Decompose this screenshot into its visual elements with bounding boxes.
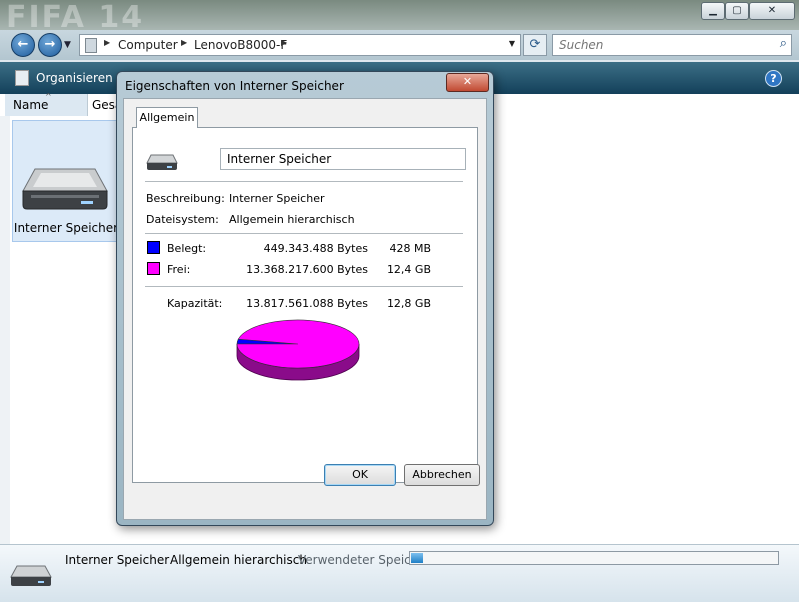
sort-caret-icon: ^ (45, 92, 52, 101)
recent-pages-dropdown[interactable]: ▼ (64, 40, 71, 50)
address-dropdown-icon[interactable]: ▼ (509, 39, 515, 48)
details-filesystem: Allgemein hierarchisch (170, 553, 307, 567)
window-close-button[interactable]: ✕ (749, 2, 795, 20)
search-icon[interactable]: ⌕ (780, 36, 787, 51)
maximize-button[interactable]: ▢ (725, 2, 749, 20)
free-color-swatch (147, 262, 160, 275)
ok-button[interactable]: OK (324, 464, 396, 486)
description-value: Interner Speicher (229, 192, 325, 205)
capacity-label: Kapazität: (167, 297, 223, 310)
dialog-close-button[interactable]: ✕ (446, 73, 489, 92)
address-bar[interactable]: ▶ Computer ▶ LenovoB8000-F ▶ ▼ (79, 34, 521, 56)
filesystem-label: Dateisystem: (146, 213, 219, 226)
filesystem-value: Allgemein hierarchisch (229, 213, 355, 226)
drive-small-icon (10, 565, 52, 586)
description-label: Beschreibung: (146, 192, 225, 205)
dialog-title: Eigenschaften von Interner Speicher (125, 79, 344, 93)
breadcrumb-separator-icon[interactable]: ▶ (104, 38, 110, 47)
window-titlebar: FIFA 14 ▁ ▢ ✕ (0, 0, 799, 35)
refresh-button[interactable]: ⟳ (523, 34, 547, 56)
free-bytes: 13.368.217.600 Bytes (246, 263, 368, 276)
minimize-button[interactable]: ▁ (701, 2, 725, 20)
drive-name-field[interactable] (220, 148, 466, 170)
divider (145, 233, 463, 234)
computer-icon (85, 38, 97, 53)
free-label: Frei: (167, 263, 191, 276)
breadcrumb-device[interactable]: LenovoB8000-F (194, 38, 287, 52)
search-input[interactable] (557, 35, 761, 55)
dialog-body: Allgemein Beschreibung: Interner Speiche… (123, 98, 487, 520)
back-button[interactable]: ← (11, 33, 35, 57)
used-space-fill (411, 553, 423, 563)
tab-allgemein[interactable]: Allgemein (136, 107, 198, 128)
used-color-swatch (147, 241, 160, 254)
help-icon[interactable]: ? (765, 70, 782, 87)
properties-dialog: Eigenschaften von Interner Speicher ✕ Al… (116, 71, 494, 526)
organize-icon (15, 70, 29, 86)
cancel-button[interactable]: Abbrechen (404, 464, 480, 486)
used-label: Belegt: (167, 242, 207, 255)
column-header-name-label: Name (13, 98, 49, 112)
breadcrumb-separator-icon[interactable]: ▶ (181, 38, 187, 47)
used-space-bar (409, 551, 779, 565)
divider (145, 181, 463, 182)
usage-pie-chart (236, 319, 360, 381)
breadcrumb-computer[interactable]: Computer (118, 38, 178, 52)
free-human: 12,4 GB (386, 263, 431, 276)
details-title: Interner Speicher (65, 553, 170, 567)
list-item-label: Interner Speicher (13, 221, 119, 235)
drive-icon (22, 168, 108, 210)
divider (145, 286, 463, 287)
used-bytes: 449.343.488 Bytes (263, 242, 368, 255)
address-row: ← → ▼ ▶ Computer ▶ LenovoB8000-F ▶ ▼ ⟳ ⌕ (0, 30, 799, 60)
column-header-name[interactable]: Name ^ (5, 92, 88, 116)
used-human: 428 MB (389, 242, 431, 255)
tab-panel-general: Beschreibung: Interner Speicher Dateisys… (132, 127, 478, 483)
drive-icon (146, 154, 178, 170)
navigation-pane-edge (0, 116, 10, 544)
search-box[interactable]: ⌕ (552, 34, 792, 56)
drive-name-input[interactable] (225, 149, 465, 169)
details-used-label: Verwendeter Speic... (298, 553, 423, 567)
capacity-bytes: 13.817.561.088 Bytes (246, 297, 368, 310)
list-item[interactable]: Interner Speicher (12, 120, 120, 242)
details-pane: Interner Speicher Allgemein hierarchisch… (0, 544, 799, 602)
capacity-human: 12,8 GB (386, 297, 431, 310)
forward-button[interactable]: → (38, 33, 62, 57)
breadcrumb-separator-icon[interactable]: ▶ (281, 38, 287, 47)
pie-slice-frei (236, 319, 360, 369)
organize-button[interactable]: Organisieren (36, 71, 113, 85)
